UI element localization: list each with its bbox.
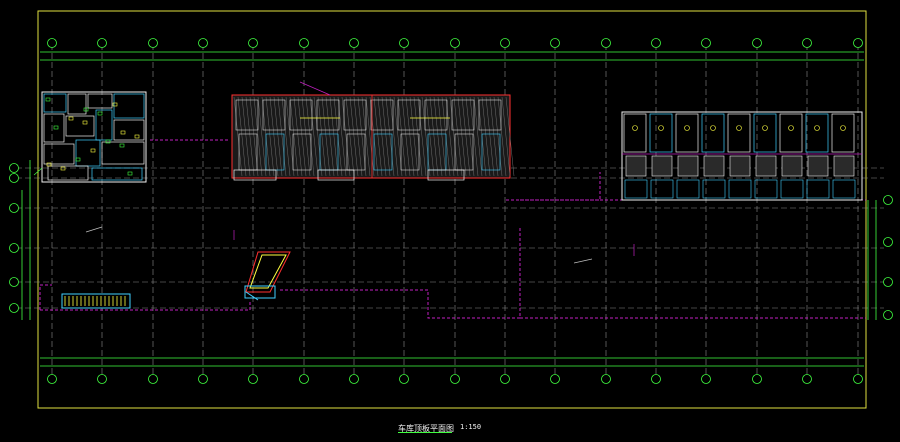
- axis-bubble-right: [883, 277, 893, 287]
- axis-bubble-right: [883, 195, 893, 205]
- axis-bubble-bottom: [349, 374, 359, 384]
- axis-bubble-top: [97, 38, 107, 48]
- building-center: [231, 81, 515, 181]
- axis-bubble-top: [651, 38, 661, 48]
- axis-bubble-bottom: [97, 374, 107, 384]
- axis-bubble-left: [9, 277, 19, 287]
- axis-bubble-bottom: [47, 374, 57, 384]
- axis-bubble-top: [853, 38, 863, 48]
- axis-bubble-bottom: [500, 374, 510, 384]
- axis-bubble-top: [399, 38, 409, 48]
- axis-bubble-bottom: [198, 374, 208, 384]
- axis-bubble-bottom: [651, 374, 661, 384]
- axis-bubble-top: [601, 38, 611, 48]
- axis-bubble-left: [9, 243, 19, 253]
- axis-bubble-right: [883, 310, 893, 320]
- axis-bubble-top: [802, 38, 812, 48]
- axis-bubble-bottom: [148, 374, 158, 384]
- axis-bubble-top: [47, 38, 57, 48]
- axis-bubble-top: [248, 38, 258, 48]
- axis-bubble-left: [9, 203, 19, 213]
- axis-bubble-left: [9, 163, 19, 173]
- axis-bubble-bottom: [601, 374, 611, 384]
- title-underline: [398, 432, 452, 433]
- axis-bubble-bottom: [248, 374, 258, 384]
- axis-bubble-top: [450, 38, 460, 48]
- axis-bubble-bottom: [853, 374, 863, 384]
- axis-bubble-bottom: [752, 374, 762, 384]
- axis-bubble-left: [9, 173, 19, 183]
- axis-bubble-bottom: [802, 374, 812, 384]
- axis-bubble-top: [550, 38, 560, 48]
- axis-bubble-top: [349, 38, 359, 48]
- axis-bubble-top: [198, 38, 208, 48]
- axis-bubble-bottom: [701, 374, 711, 384]
- axis-bubble-left: [9, 303, 19, 313]
- axis-bubble-bottom: [299, 374, 309, 384]
- axis-bubble-top: [299, 38, 309, 48]
- axis-bubble-bottom: [450, 374, 460, 384]
- axis-bubble-bottom: [399, 374, 409, 384]
- axis-bubble-top: [500, 38, 510, 48]
- axis-bubble-top: [148, 38, 158, 48]
- axis-bubble-bottom: [550, 374, 560, 384]
- drawing-canvas: [0, 0, 900, 442]
- stair-block: [61, 293, 131, 309]
- drawing-scale: 1:150: [460, 423, 482, 431]
- axis-bubble-top: [701, 38, 711, 48]
- axis-bubble-top: [752, 38, 762, 48]
- axis-bubble-right: [883, 237, 893, 247]
